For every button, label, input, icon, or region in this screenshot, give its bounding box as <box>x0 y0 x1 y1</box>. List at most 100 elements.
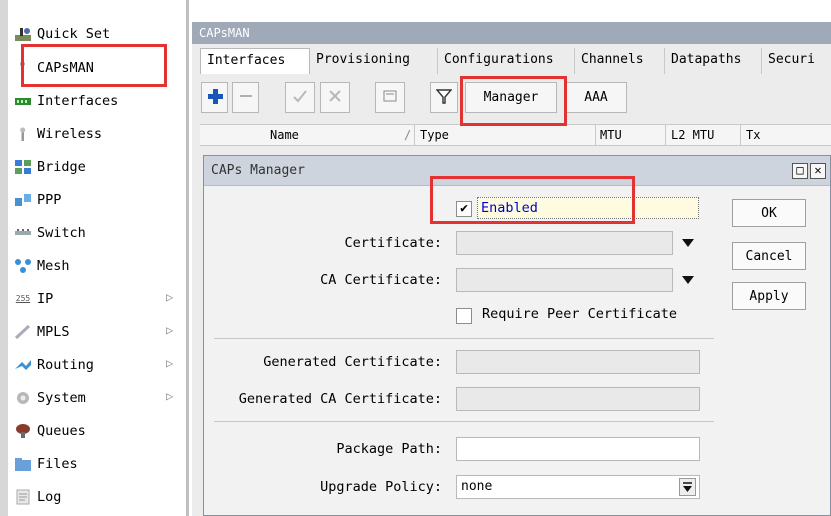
tab-datapaths[interactable]: Datapaths <box>665 48 762 74</box>
restore-button[interactable]: □ <box>792 163 808 179</box>
column-separator <box>665 125 666 145</box>
sidebar-item-label: Files <box>37 455 78 472</box>
sidebar-item-wireless[interactable]: Wireless <box>8 117 186 150</box>
quick-set-icon <box>14 26 32 42</box>
log-icon <box>14 489 32 505</box>
ppp-icon <box>14 192 32 208</box>
highlight-capsman <box>21 44 167 87</box>
generated-certificate-label: Generated Certificate: <box>263 354 442 370</box>
sidebar-item-log[interactable]: Log <box>8 480 186 513</box>
require-peer-certificate-checkbox[interactable] <box>456 308 472 324</box>
sort-indicator-icon: / <box>404 128 412 142</box>
aaa-button[interactable]: AAA <box>565 82 627 113</box>
sidebar-item-routing[interactable]: Routing ▷ <box>8 348 186 381</box>
sidebar-item-ip[interactable]: 255 IP ▷ <box>8 282 186 315</box>
interfaces-table-header: Name / Type MTU L2 MTU Tx <box>200 124 831 146</box>
interfaces-icon <box>14 93 32 109</box>
sidebar-item-label: Mesh <box>37 257 70 274</box>
sidebar-item-label: Quick Set <box>37 25 111 42</box>
sidebar-divider <box>186 0 189 516</box>
mesh-icon <box>14 258 32 274</box>
check-icon <box>292 88 308 108</box>
filter-button[interactable] <box>430 82 458 113</box>
sidebar-item-label: Queues <box>37 422 86 439</box>
window-title: CAPsMAN <box>192 22 831 44</box>
sidebar-item-label: Routing <box>37 356 94 373</box>
certificate-select[interactable] <box>456 231 673 255</box>
highlight-enabled <box>430 176 635 224</box>
comment-button[interactable] <box>375 82 405 113</box>
system-icon <box>14 390 32 406</box>
cross-icon <box>327 88 343 108</box>
column-mtu[interactable]: MTU <box>600 128 622 142</box>
close-button[interactable]: ✕ <box>810 163 826 179</box>
tab-provisioning[interactable]: Provisioning <box>310 48 438 74</box>
ok-button[interactable]: OK <box>732 199 806 227</box>
sidebar-strip <box>0 0 8 516</box>
chevron-down-icon <box>683 482 692 492</box>
sidebar-item-ppp[interactable]: PPP <box>8 183 186 216</box>
plus-icon <box>207 88 223 108</box>
package-path-label: Package Path: <box>336 441 442 457</box>
sidebar-item-system[interactable]: System ▷ <box>8 381 186 414</box>
sidebar-item-label: Bridge <box>37 158 86 175</box>
ip-icon: 255 <box>15 294 31 303</box>
sidebar-item-mpls[interactable]: MPLS ▷ <box>8 315 186 348</box>
queues-icon <box>14 423 32 439</box>
column-name[interactable]: Name <box>270 128 299 142</box>
sidebar-item-label: Switch <box>37 224 86 241</box>
comment-icon <box>382 88 398 108</box>
remove-button[interactable] <box>232 82 259 113</box>
enable-button[interactable] <box>285 82 315 113</box>
sidebar-item-files[interactable]: Files <box>8 447 186 480</box>
sidebar-item-label: Interfaces <box>37 92 119 109</box>
sidebar-item-mesh[interactable]: Mesh <box>8 249 186 282</box>
generated-ca-certificate-label: Generated CA Certificate: <box>238 391 442 407</box>
files-icon <box>14 456 32 472</box>
column-separator <box>414 125 415 145</box>
sidebar-item-label: Wireless <box>37 125 103 142</box>
add-button[interactable] <box>201 82 228 113</box>
sidebar-item-bridge[interactable]: Bridge <box>8 150 186 183</box>
filter-icon <box>435 88 453 108</box>
wireless-icon <box>14 126 32 142</box>
highlight-manager <box>460 76 567 126</box>
bridge-icon <box>14 159 32 175</box>
generated-ca-certificate-field <box>456 387 700 411</box>
ca-certificate-select[interactable] <box>456 268 673 292</box>
apply-button[interactable]: Apply <box>732 282 806 310</box>
require-peer-certificate-label[interactable]: Require Peer Certificate <box>482 306 677 322</box>
package-path-input[interactable] <box>456 437 700 461</box>
column-type[interactable]: Type <box>420 128 449 142</box>
sidebar-item-queues[interactable]: Queues <box>8 414 186 447</box>
disable-button[interactable] <box>320 82 350 113</box>
column-separator <box>595 125 596 145</box>
certificate-label: Certificate: <box>344 235 442 251</box>
cancel-button[interactable]: Cancel <box>732 242 806 270</box>
submenu-arrow-icon: ▷ <box>166 356 174 370</box>
tab-interfaces[interactable]: Interfaces <box>200 48 310 74</box>
certificate-dropdown-icon[interactable] <box>682 239 694 247</box>
upgrade-policy-select[interactable]: none <box>456 475 700 499</box>
submenu-arrow-icon: ▷ <box>166 290 174 304</box>
minus-icon <box>238 88 254 108</box>
upgrade-policy-label: Upgrade Policy: <box>320 479 442 495</box>
column-tx[interactable]: Tx <box>746 128 760 142</box>
tab-security[interactable]: Securi <box>762 48 831 74</box>
sidebar-item-label: IP <box>37 290 54 307</box>
ca-certificate-dropdown-icon[interactable] <box>682 276 694 284</box>
tab-channels[interactable]: Channels <box>575 48 665 74</box>
sidebar-item-switch[interactable]: Switch <box>8 216 186 249</box>
sidebar-item-label: System <box>37 389 86 406</box>
sidebar-item-label: MPLS <box>37 323 70 340</box>
routing-icon <box>14 357 32 373</box>
sidebar-item-interfaces[interactable]: Interfaces <box>8 84 186 117</box>
upgrade-policy-dropdown-button[interactable] <box>679 478 696 496</box>
dialog-divider <box>214 338 714 339</box>
column-l2mtu[interactable]: L2 MTU <box>671 128 714 142</box>
column-separator <box>740 125 741 145</box>
submenu-arrow-icon: ▷ <box>166 323 174 337</box>
tab-configurations[interactable]: Configurations <box>438 48 575 74</box>
mpls-icon <box>14 324 32 340</box>
sidebar-item-label: PPP <box>37 191 62 208</box>
